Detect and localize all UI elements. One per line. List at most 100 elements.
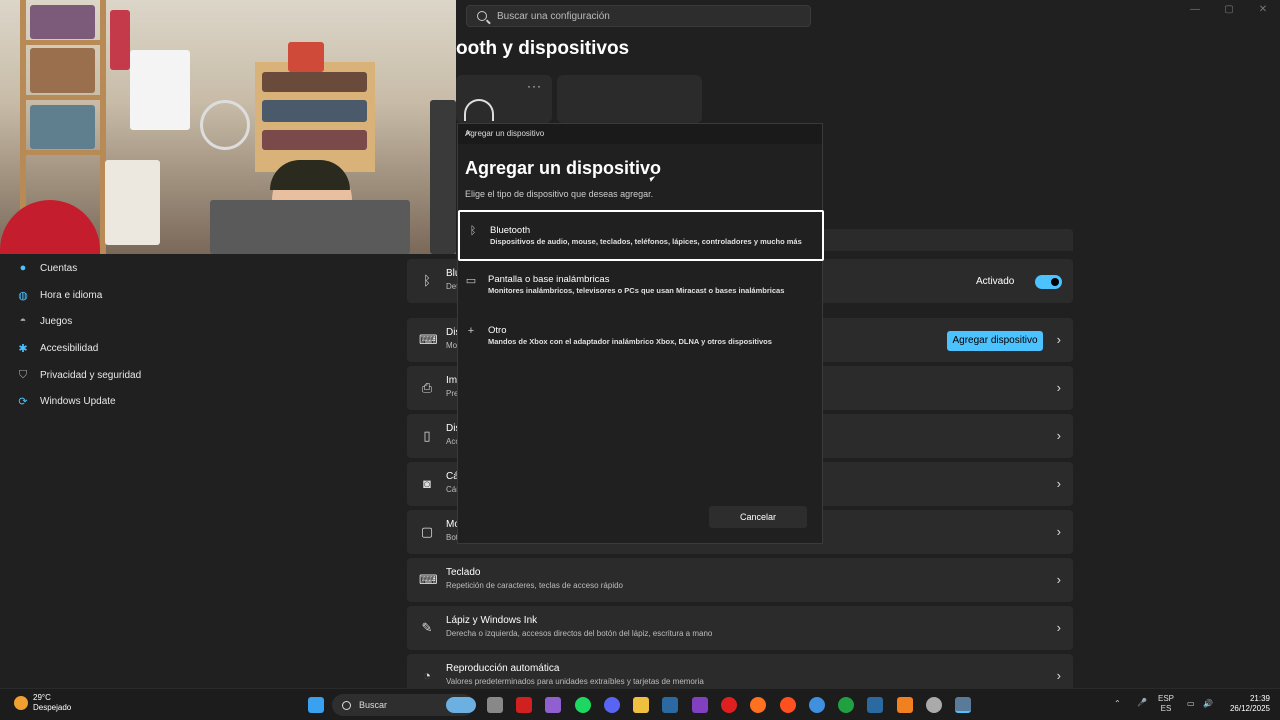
option-subtitle: Mandos de Xbox con el adaptador inalámbr… <box>488 337 772 346</box>
printer-icon: ⎙ <box>421 380 433 395</box>
devices-icon: ⌨ <box>419 332 438 347</box>
settings-app-icon[interactable] <box>955 697 971 713</box>
headset-icon <box>464 99 494 121</box>
device-card-headset[interactable]: ··· <box>456 75 552 123</box>
autoplay-icon: ◔ <box>423 668 431 683</box>
copilot-icon[interactable] <box>545 697 561 713</box>
gamepad-icon: ◓ <box>19 315 27 327</box>
window-controls: — ▢ ✕ <box>1178 4 1280 20</box>
clock-time: 21:39 <box>1249 694 1270 703</box>
acrobat-icon[interactable] <box>516 697 532 713</box>
minimize-button[interactable]: — <box>1178 4 1212 20</box>
bluetooth-toggle[interactable] <box>1035 275 1062 289</box>
clock[interactable]: 21:39 26/12/2025 <box>1224 694 1270 714</box>
brave-icon[interactable] <box>780 697 796 713</box>
network-icon[interactable]: ▭ <box>1187 699 1195 709</box>
device-card-add[interactable] <box>557 75 702 123</box>
dialog-heading: Agregar un dispositivo <box>465 158 662 178</box>
dialog-titlebar: Agregar un dispositivo ✕ <box>458 124 822 144</box>
firefox-icon[interactable] <box>750 697 766 713</box>
steam-2-icon[interactable] <box>867 697 883 713</box>
bluetooth-icon: ᛒ <box>423 273 431 288</box>
chevron-right-icon: › <box>1056 668 1061 683</box>
sidebar-item-cuentas[interactable]: ● Cuentas <box>16 258 78 278</box>
task-view-icon[interactable] <box>487 697 503 713</box>
search-icon <box>342 700 351 710</box>
chevron-right-icon: › <box>1056 380 1061 395</box>
sidebar-item-label: Juegos <box>40 315 73 327</box>
maximize-button[interactable]: ▢ <box>1212 4 1246 20</box>
option-title: Otro <box>488 325 507 336</box>
chevron-right-icon: › <box>1056 476 1061 491</box>
option-bluetooth[interactable]: ᛒ Bluetooth Dispositivos de audio, mouse… <box>458 210 824 261</box>
volume-icon[interactable]: 🔊 <box>1203 699 1213 709</box>
phone-icon: ▯ <box>423 428 431 443</box>
sidebar-item-label: Windows Update <box>40 395 116 407</box>
keyboard-icon: ⌨ <box>419 572 438 587</box>
weather-widget[interactable]: 29°C Despejado <box>14 693 71 713</box>
chevron-right-icon: › <box>1056 620 1061 635</box>
language-indicator[interactable]: ESP ES <box>1158 694 1174 714</box>
steam-icon[interactable] <box>662 697 678 713</box>
clock-date: 26/12/2025 <box>1229 704 1270 713</box>
monitor-icon: ▭ <box>465 275 477 287</box>
settings-search-input[interactable]: Buscar una configuración <box>466 5 811 27</box>
user-icon: ● <box>19 262 27 274</box>
sidebar-item-juegos[interactable]: ◓ Juegos <box>16 311 73 331</box>
weather-icon <box>14 696 28 710</box>
sidebar-item-windows-update[interactable]: ⟳ Windows Update <box>16 391 116 411</box>
cancel-button[interactable]: Cancelar <box>709 506 807 528</box>
more-options-icon[interactable]: ··· <box>527 79 542 93</box>
pen-icon: ✎ <box>421 620 433 635</box>
spotify-icon[interactable] <box>575 697 591 713</box>
row-subtitle: Repetición de caracteres, teclas de acce… <box>446 581 623 590</box>
widget-icon[interactable] <box>446 697 476 713</box>
bluetooth-toggle-label: Activado <box>976 276 1015 287</box>
add-device-button[interactable]: Agregar dispositivo <box>947 331 1043 351</box>
bluetooth-icon: ᛒ <box>469 225 477 237</box>
section-header <box>822 229 1073 251</box>
close-icon[interactable]: ✕ <box>465 129 812 138</box>
discord-icon[interactable] <box>604 697 620 713</box>
globe-icon: ◍ <box>18 289 28 302</box>
sidebar-item-privacidad[interactable]: ⛉ Privacidad y seguridad <box>16 365 141 385</box>
sidebar-item-label: Accesibilidad <box>40 342 99 354</box>
add-device-dialog: Agregar un dispositivo ✕ Agregar un disp… <box>457 123 824 544</box>
app-2-icon[interactable] <box>926 697 942 713</box>
search-icon <box>477 11 487 21</box>
chevron-up-icon[interactable]: ⌃ <box>1114 699 1121 709</box>
accessibility-icon: ✱ <box>18 342 28 355</box>
option-title: Pantalla o base inalámbricas <box>488 274 610 285</box>
option-wireless-display[interactable]: ▭ Pantalla o base inalámbricas Monitores… <box>458 261 824 312</box>
search-placeholder: Buscar una configuración <box>497 10 610 22</box>
chevron-right-icon: › <box>1056 572 1061 587</box>
microphone-icon[interactable]: 🎤 <box>1137 698 1147 708</box>
shield-icon: ⛉ <box>18 368 28 381</box>
option-subtitle: Dispositivos de audio, mouse, teclados, … <box>490 237 802 246</box>
sidebar-item-label: Privacidad y seguridad <box>40 369 142 381</box>
app-icon[interactable] <box>897 697 913 713</box>
row-subtitle: Valores predeterminados para unidades ex… <box>446 677 704 686</box>
taskbar-search-label: Buscar <box>359 700 388 710</box>
sidebar-item-accesibilidad[interactable]: ✱ Accesibilidad <box>16 338 98 358</box>
option-other[interactable]: + Otro Mandos de Xbox con el adaptador i… <box>458 312 824 363</box>
row-lapiz[interactable]: ✎ Lápiz y Windows Ink Derecha o izquierd… <box>407 606 1073 650</box>
file-explorer-icon[interactable] <box>633 697 649 713</box>
chevron-right-icon: › <box>1056 524 1061 539</box>
chevron-right-icon: › <box>1056 332 1061 347</box>
taskbar: 29°C Despejado Buscar ⌃ 🎤 ESP ES ▭ 🔊 21:… <box>0 688 1280 720</box>
plus-icon: + <box>467 325 475 337</box>
row-teclado[interactable]: ⌨ Teclado Repetición de caracteres, tecl… <box>407 558 1073 602</box>
xbox-icon[interactable] <box>838 697 854 713</box>
camera-icon: ◙ <box>423 476 431 491</box>
language-top: ESP <box>1158 694 1175 703</box>
language-bottom: ES <box>1160 704 1172 713</box>
row-subtitle: Mo <box>446 341 458 350</box>
sidebar-item-hora-idioma[interactable]: ◍ Hora e idioma <box>16 285 102 305</box>
youtube-music-icon[interactable] <box>721 697 737 713</box>
chrome-icon[interactable] <box>809 697 825 713</box>
option-subtitle: Monitores inalámbricos, televisores o PC… <box>488 286 785 295</box>
close-window-button[interactable]: ✕ <box>1246 4 1280 20</box>
start-icon[interactable] <box>308 697 324 713</box>
game-icon[interactable] <box>692 697 708 713</box>
